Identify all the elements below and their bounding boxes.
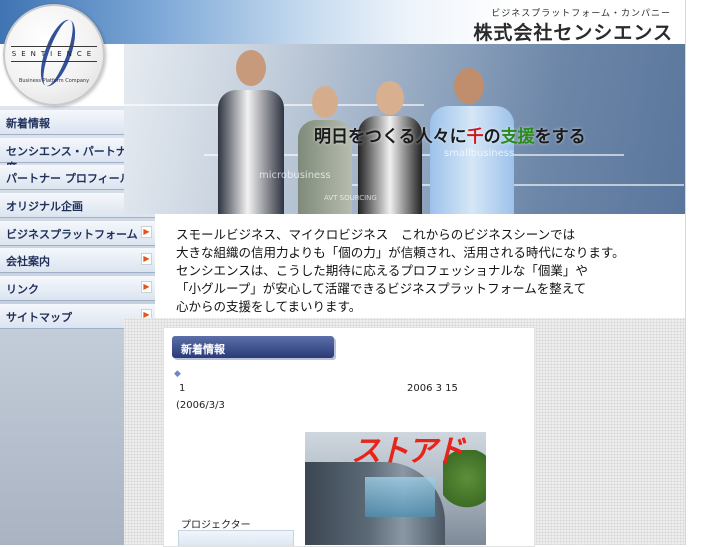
company-name[interactable]: 株式会社センシエンス	[473, 18, 673, 45]
hero-slogan: 明日をつくる人々に千の支援をする	[314, 127, 586, 147]
logo-subtext: Business Platform Company	[18, 78, 90, 84]
sidebar-item-links[interactable]: リンク ▶	[0, 276, 155, 302]
intro-line: スモールビジネス、マイクロビジネス これからのビジネスシーンでは	[176, 227, 576, 242]
projector-image-box[interactable]	[178, 530, 294, 546]
hero-watermark: smallbusiness	[444, 148, 515, 159]
sidebar-item-business-platform[interactable]: ビジネスプラットフォーム ▶	[0, 220, 155, 246]
intro-text: スモールビジネス、マイクロビジネス これからのビジネスシーンでは 大きな組織の信…	[176, 226, 676, 316]
hero-watermark: AVT SOURCING	[324, 194, 377, 202]
arrow-right-icon: ▶	[141, 253, 152, 266]
intro-line: 大きな組織の信用力よりも「個の力」が信頼され、活用される時代になります。	[176, 245, 625, 260]
news-item-date: 2006 3 15	[407, 383, 458, 394]
sidebar-item-label: 新着情報	[6, 117, 50, 130]
intro-line: センシエンスは、こうした期待に応えるプロフェッショナルな「個業」や	[176, 263, 588, 278]
arrow-right-icon: ▶	[141, 225, 152, 238]
right-margin	[685, 0, 727, 545]
arrow-right-icon: ▶	[141, 281, 152, 294]
projector-label: プロジェクター	[181, 520, 251, 531]
sidebar-item-label: 会社案内	[6, 255, 50, 269]
logo-text: SENTIENCE	[11, 46, 97, 62]
store-sign: ストアド	[351, 434, 465, 469]
hero-watermark: microbusiness	[259, 170, 331, 181]
sidebar-item-label: ビジネスプラットフォーム	[6, 227, 138, 241]
sidebar-item-label: リンク	[6, 283, 39, 297]
intro-line: 心からの支援をしてまいります。	[176, 299, 362, 314]
intro-line: 「小グループ」が安心して活躍できるビジネスプラットフォームを整えて	[176, 281, 587, 296]
company-logo[interactable]: SENTIENCE Business Platform Company	[3, 4, 105, 106]
person-figure	[214, 44, 284, 214]
sidebar-item-label: オリジナル企画	[6, 200, 83, 214]
news-heading-label: 新着情報	[181, 343, 225, 356]
storefront-glass	[365, 477, 435, 517]
store-photo[interactable]: ストアド	[305, 432, 486, 545]
sidebar-item-company[interactable]: 会社案内 ▶	[0, 248, 155, 274]
sidebar-item-label: パートナー プロフィール	[6, 172, 131, 186]
sidebar-item-label: サイトマップ	[6, 310, 72, 324]
diamond-bullet-icon: ◆	[174, 369, 181, 379]
header-banner: ビジネスプラットフォーム・カンパニー 株式会社センシエンス	[0, 0, 685, 44]
news-heading: 新着情報	[172, 336, 334, 358]
news-item-number: 1	[179, 383, 186, 394]
hero-banner: microbusiness smallbusiness AVT SOURCING…	[124, 44, 685, 214]
news-item-date-secondary: (2006/3/3	[176, 400, 225, 411]
